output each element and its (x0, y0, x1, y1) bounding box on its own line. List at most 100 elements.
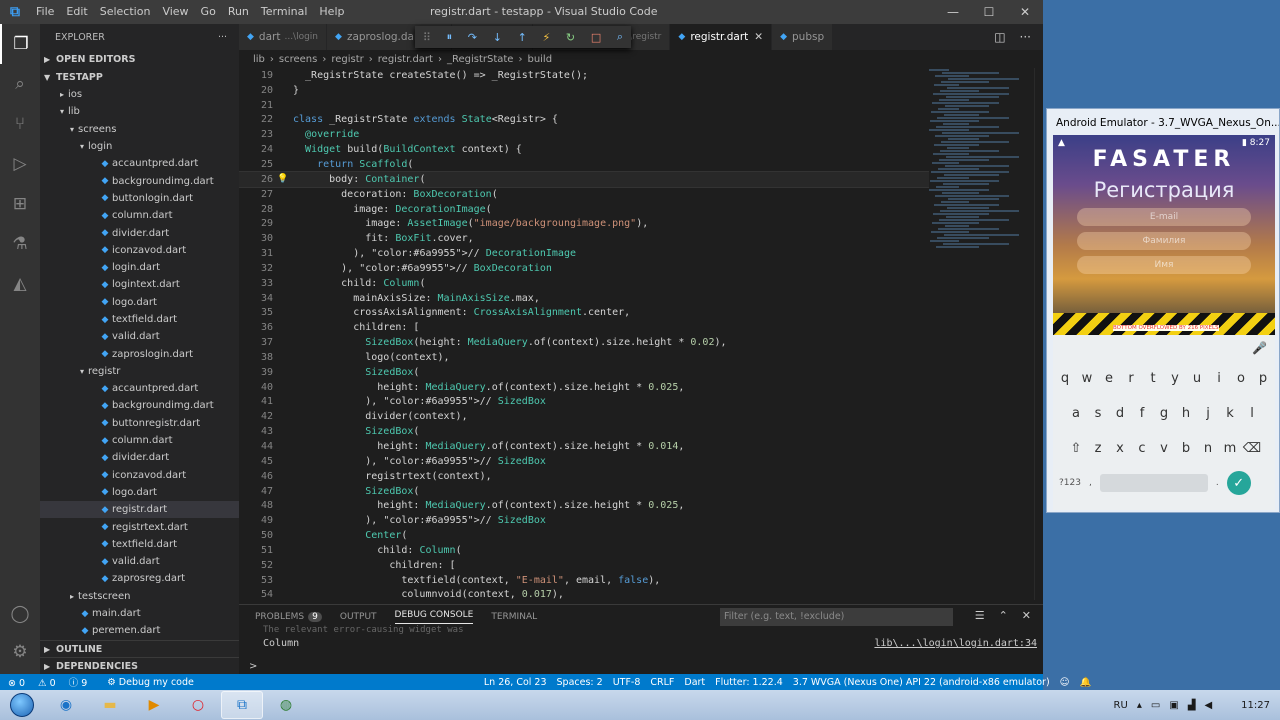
menu-item-edit[interactable]: Edit (60, 0, 93, 24)
drag-handle-icon[interactable]: ⠿ (423, 31, 431, 44)
menu-item-terminal[interactable]: Terminal (255, 0, 314, 24)
key-i[interactable]: i (1208, 371, 1230, 386)
key-f[interactable]: f (1131, 406, 1153, 421)
key-e[interactable]: e (1098, 371, 1120, 386)
breadcrumb-item[interactable]: lib (253, 54, 265, 65)
breadcrumb-item[interactable]: build (527, 54, 552, 65)
run-debug-icon[interactable]: ▷ (0, 144, 40, 184)
project-section[interactable]: ▼ TESTAPP (40, 68, 239, 86)
eol-status[interactable]: CRLF (650, 677, 674, 688)
code-line[interactable]: 35 crossAxisAlignment: CrossAxisAlignmen… (239, 306, 929, 321)
clock[interactable]: 11:27 (1241, 700, 1270, 711)
code-editor[interactable]: 19 _RegistrState createState() => _Regis… (239, 68, 929, 600)
key-j[interactable]: j (1197, 406, 1219, 421)
file-item[interactable]: ◆ logo.dart (40, 484, 239, 501)
code-line[interactable]: 33 child: Column( (239, 276, 929, 291)
step-over-icon[interactable]: ↷ (468, 31, 477, 44)
file-item[interactable]: ◆ login.dart (40, 259, 239, 276)
key-g[interactable]: g (1153, 406, 1175, 421)
code-line[interactable]: 25 return Scaffold( (239, 157, 929, 172)
code-line[interactable]: 32 ), "color:#6a9955">// BoxDecoration (239, 261, 929, 276)
console-file-link[interactable]: lib\...\login\login.dart:34 (874, 638, 1037, 649)
file-item[interactable]: ◆ iconzavod.dart (40, 467, 239, 484)
close-tab-icon[interactable]: ✕ (754, 31, 763, 43)
file-item[interactable]: ◆ registr.dart (40, 501, 239, 519)
key-a[interactable]: a (1065, 406, 1087, 421)
shift-key-icon[interactable]: ⇧ (1065, 441, 1087, 456)
key-p[interactable]: p (1252, 371, 1274, 386)
code-line[interactable]: 34 mainAxisSize: MainAxisSize.max, (239, 291, 929, 306)
debug-status[interactable]: ⚙ Debug my code (107, 677, 204, 688)
feedback-icon[interactable]: ☺ (1060, 677, 1070, 688)
minimize-button[interactable]: — (935, 0, 971, 24)
enter-key-icon[interactable]: ✓ (1226, 471, 1251, 495)
android-studio-icon[interactable]: ◍ (265, 691, 307, 719)
surname-field[interactable]: Фамилия (1077, 232, 1251, 250)
breadcrumb-item[interactable]: registr.dart (378, 54, 433, 65)
code-line[interactable]: 51 child: Column( (239, 543, 929, 558)
testing-icon[interactable]: ⚗ (0, 224, 40, 264)
key-r[interactable]: r (1120, 371, 1142, 386)
key-t[interactable]: t (1142, 371, 1164, 386)
file-item[interactable]: ◆ accauntpred.dart (40, 380, 239, 397)
file-item[interactable]: ◆ column.dart (40, 207, 239, 224)
outline-section[interactable]: ▶ OUTLINE (40, 640, 239, 658)
show-hidden-icon[interactable]: ▴ (1137, 700, 1142, 711)
key-y[interactable]: y (1164, 371, 1186, 386)
vscode-taskbar-icon[interactable]: ⧉ (221, 691, 263, 719)
file-item[interactable]: ◆ backgroundimg.dart (40, 172, 239, 189)
key-w[interactable]: w (1076, 371, 1098, 386)
more-actions-icon[interactable]: ··· (1020, 24, 1031, 50)
code-line[interactable]: 53 textfield(context, "E-mail", email, f… (239, 573, 929, 588)
security-icon[interactable]: ▣ (1169, 700, 1178, 711)
notifications-bell-icon[interactable]: 🔔 (1080, 677, 1092, 688)
backspace-key-icon[interactable]: ⌫ (1241, 441, 1263, 456)
code-line[interactable]: 38 logo(context), (239, 350, 929, 365)
breadcrumb-item[interactable]: screens (279, 54, 317, 65)
code-line[interactable]: 39 SizedBox( (239, 365, 929, 380)
folder-item[interactable]: ▸ ios (40, 86, 239, 103)
symbols-key[interactable]: ?123 (1059, 478, 1081, 488)
code-line[interactable]: 43 SizedBox( (239, 424, 929, 439)
key-b[interactable]: b (1175, 441, 1197, 456)
pause-icon[interactable]: ⏸ (447, 30, 453, 44)
code-line[interactable]: 46 registrtext(context), (239, 469, 929, 484)
code-line[interactable]: 45 ), "color:#6a9955">// SizedBox (239, 454, 929, 469)
file-item[interactable]: ◆ main.dart (40, 605, 239, 622)
source-control-icon[interactable]: ⑂ (0, 104, 40, 144)
code-line[interactable]: 54 columnvoid(context, 0.017), (239, 588, 929, 600)
code-line[interactable]: 21 (239, 98, 929, 113)
encoding-status[interactable]: UTF-8 (613, 677, 641, 688)
search-icon[interactable]: ⌕ (0, 64, 40, 104)
file-item[interactable]: ◆ valid.dart (40, 553, 239, 570)
file-item[interactable]: ◆ divider.dart (40, 449, 239, 466)
file-item[interactable]: ◆ buttonlogin.dart (40, 190, 239, 207)
code-line[interactable]: 26 💡 body: Container( (239, 170, 929, 188)
menu-item-view[interactable]: View (156, 0, 194, 24)
tab-terminal[interactable]: TERMINAL (491, 612, 537, 622)
account-icon[interactable]: ◯ (0, 594, 40, 634)
network-icon[interactable]: ▭ (1151, 700, 1160, 711)
flutter-version[interactable]: Flutter: 1.22.4 (715, 677, 783, 688)
close-panel-icon[interactable]: ✕ (1022, 609, 1031, 622)
menu-item-help[interactable]: Help (313, 0, 350, 24)
period-key[interactable]: . (1216, 478, 1219, 488)
file-item[interactable]: ◆ peremen.dart (40, 622, 239, 639)
comma-key[interactable]: , (1089, 478, 1092, 488)
key-s[interactable]: s (1087, 406, 1109, 421)
folder-item[interactable]: ▾ screens (40, 121, 239, 138)
key-h[interactable]: h (1175, 406, 1197, 421)
folder-item[interactable]: ▾ registr (40, 363, 239, 380)
console-prompt[interactable]: > (249, 661, 257, 672)
code-line[interactable]: 20} (239, 83, 929, 98)
file-explorer-icon[interactable]: ▬ (89, 691, 131, 719)
code-line[interactable]: 50 Center( (239, 528, 929, 543)
inspect-widget-icon[interactable]: ⌕ (617, 30, 623, 44)
file-item[interactable]: ◆ valid.dart (40, 328, 239, 345)
microphone-icon[interactable]: 🎤 (1252, 341, 1267, 355)
extensions-icon[interactable]: ⊞ (0, 184, 40, 224)
key-x[interactable]: x (1109, 441, 1131, 456)
code-line[interactable]: 49 ), "color:#6a9955">// SizedBox (239, 513, 929, 528)
split-editor-icon[interactable]: ◫ (994, 24, 1005, 50)
key-c[interactable]: c (1131, 441, 1153, 456)
